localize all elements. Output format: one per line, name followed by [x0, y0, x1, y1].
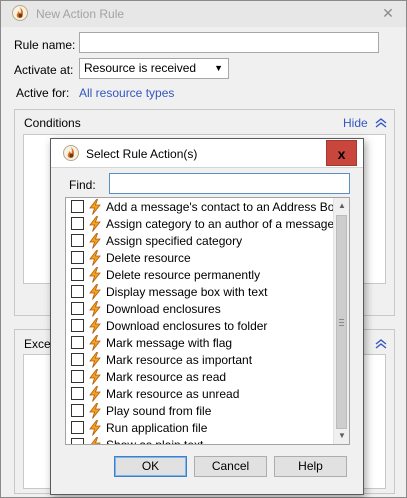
dialog-titlebar: Select Rule Action(s) x [51, 139, 363, 168]
rule-name-label: Rule name: [14, 38, 76, 52]
checkbox[interactable] [71, 217, 84, 230]
checkbox[interactable] [71, 370, 84, 383]
list-item[interactable]: Mark message with flag [66, 334, 334, 351]
list-item[interactable]: Mark resource as read [66, 368, 334, 385]
list-item-label: Assign specified category [106, 233, 243, 248]
list-item-label: Mark resource as read [106, 369, 227, 384]
collapse-up-icon[interactable] [375, 338, 387, 349]
close-icon[interactable]: ✕ [380, 4, 396, 22]
lightning-bolt-icon [88, 249, 102, 266]
list-scrollbar[interactable]: ▲ ▼ [333, 198, 349, 444]
checkbox[interactable] [71, 302, 84, 315]
list-item-label: Download enclosures [106, 301, 221, 316]
lightning-bolt-icon [88, 266, 102, 283]
checkbox[interactable] [71, 285, 84, 298]
list-item-label: Display message box with text [106, 284, 268, 299]
lightning-bolt-icon [88, 419, 102, 436]
list-item-label: Delete resource permanently [106, 267, 261, 282]
list-item-label: Mark message with flag [106, 335, 233, 350]
list-item[interactable]: Display message box with text [66, 283, 334, 300]
checkbox[interactable] [71, 234, 84, 247]
find-input[interactable] [109, 173, 350, 194]
app-flame-icon [12, 5, 28, 24]
lightning-bolt-icon [88, 402, 102, 419]
lightning-bolt-icon [88, 283, 102, 300]
app-flame-icon [63, 145, 79, 164]
window-titlebar: New Action Rule ✕ [1, 1, 406, 27]
list-item-label: Add a message's contact to an Address Bo… [106, 199, 348, 214]
collapse-up-icon[interactable] [375, 117, 387, 128]
list-item[interactable]: Play sound from file [66, 402, 334, 419]
lightning-bolt-icon [88, 317, 102, 334]
list-item[interactable]: Download enclosures to folder [66, 317, 334, 334]
list-item-label: Run application file [106, 420, 208, 435]
dialog-title: Select Rule Action(s) [86, 147, 198, 161]
activate-at-value: Resource is received [84, 61, 197, 75]
checkbox[interactable] [71, 421, 84, 434]
cancel-button[interactable]: Cancel [194, 456, 267, 477]
lightning-bolt-icon [88, 334, 102, 351]
scroll-down-icon[interactable]: ▼ [334, 428, 349, 444]
chevron-down-icon: ▼ [214, 63, 223, 73]
close-button[interactable]: x [326, 140, 357, 166]
list-item[interactable]: Mark resource as unread [66, 385, 334, 402]
checkbox[interactable] [71, 268, 84, 281]
list-item[interactable]: Show as plain text [66, 436, 334, 445]
active-for-link[interactable]: All resource types [79, 86, 174, 100]
checkbox[interactable] [71, 387, 84, 400]
list-item-label: Mark resource as unread [106, 386, 240, 401]
checkbox[interactable] [71, 336, 84, 349]
list-item[interactable]: Run application file [66, 419, 334, 436]
activate-at-select[interactable]: Resource is received ▼ [79, 58, 229, 79]
window-title: New Action Rule [36, 7, 125, 21]
checkbox[interactable] [71, 319, 84, 332]
list-item-label: Download enclosures to folder [106, 318, 268, 333]
activate-at-label: Activate at: [14, 63, 74, 77]
list-item[interactable]: Download enclosures [66, 300, 334, 317]
checkbox[interactable] [71, 353, 84, 366]
list-item[interactable]: Add a message's contact to an Address Bo… [66, 198, 347, 215]
actions-list-items: Add a message's contact to an Address Bo… [66, 198, 347, 445]
rule-name-input[interactable] [79, 32, 379, 53]
scroll-up-icon[interactable]: ▲ [334, 198, 349, 214]
list-item[interactable]: Delete resource [66, 249, 334, 266]
lightning-bolt-icon [88, 436, 102, 444]
help-button[interactable]: Help [274, 456, 347, 477]
conditions-title: Conditions [24, 116, 81, 130]
actions-list[interactable]: Add a message's contact to an Address Bo… [65, 197, 350, 445]
lightning-bolt-icon [88, 300, 102, 317]
list-item-label: Mark resource as important [106, 352, 253, 367]
lightning-bolt-icon [88, 368, 102, 385]
list-item-label: Assign category to an author of a messag… [106, 216, 335, 231]
list-item-label: Delete resource [106, 250, 191, 265]
grip-icon [339, 319, 344, 326]
list-item[interactable]: Assign category to an author of a messag… [66, 215, 334, 232]
list-item-label: Show as plain text [106, 437, 204, 445]
checkbox[interactable] [71, 200, 84, 213]
lightning-bolt-icon [88, 232, 102, 249]
select-rule-action-dialog: Select Rule Action(s) x Find: Add a mess… [50, 138, 364, 495]
list-item[interactable]: Mark resource as important [66, 351, 334, 368]
lightning-bolt-icon [88, 198, 102, 215]
active-for-label: Active for: [16, 86, 70, 100]
ok-button[interactable]: OK [114, 456, 187, 477]
conditions-hide-link[interactable]: Hide [343, 116, 368, 130]
lightning-bolt-icon [88, 385, 102, 402]
checkbox[interactable] [71, 438, 84, 444]
lightning-bolt-icon [88, 351, 102, 368]
list-item[interactable]: Delete resource permanently [66, 266, 334, 283]
scrollbar-thumb[interactable] [336, 215, 347, 429]
find-label: Find: [69, 178, 96, 192]
lightning-bolt-icon [88, 215, 102, 232]
list-item[interactable]: Assign specified category [66, 232, 334, 249]
list-item-label: Play sound from file [106, 403, 212, 418]
checkbox[interactable] [71, 251, 84, 264]
checkbox[interactable] [71, 404, 84, 417]
